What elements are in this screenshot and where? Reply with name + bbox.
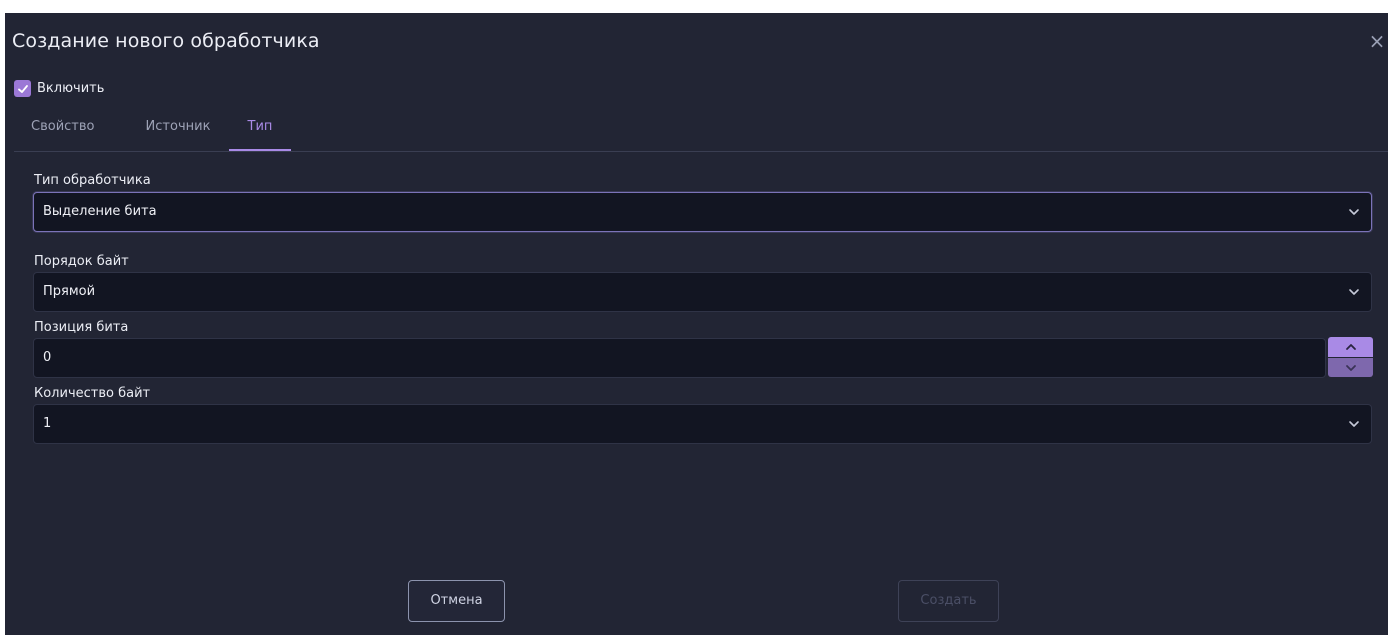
chevron-down-icon (1345, 364, 1356, 371)
byte-order-value: Прямой (43, 284, 96, 299)
tabs-divider (14, 151, 1388, 152)
create-button[interactable]: Создать (898, 580, 999, 622)
chevron-up-icon (1345, 344, 1356, 350)
bit-position-label: Позиция бита (34, 320, 129, 335)
byte-count-label: Количество байт (34, 386, 151, 401)
enable-label: Включить (37, 81, 105, 96)
tab-bar: Свойство Источник Тип (14, 109, 1388, 152)
handler-type-select[interactable]: Выделение бита (33, 192, 1372, 232)
byte-count-select[interactable]: 1 (33, 404, 1372, 444)
chevron-down-icon (1349, 421, 1359, 427)
create-handler-dialog: Создание нового обработчика × Включить С… (5, 13, 1388, 635)
tab-source[interactable]: Источник (140, 109, 216, 152)
bit-position-input[interactable]: 0 (33, 338, 1326, 378)
bit-position-value: 0 (43, 350, 52, 365)
byte-count-value: 1 (43, 416, 52, 431)
cancel-button[interactable]: Отмена (408, 580, 505, 622)
tab-property[interactable]: Свойство (31, 109, 94, 152)
chevron-down-icon (1349, 289, 1359, 295)
enable-checkbox[interactable] (14, 80, 31, 97)
handler-type-label: Тип обработчика (34, 173, 151, 188)
tab-type[interactable]: Тип (229, 109, 291, 152)
close-icon[interactable]: × (1368, 29, 1386, 53)
handler-type-value: Выделение бита (43, 204, 157, 219)
dialog-title: Создание нового обработчика (12, 30, 320, 52)
decrement-button[interactable] (1328, 358, 1373, 377)
byte-order-select[interactable]: Прямой (33, 272, 1372, 312)
chevron-down-icon (1349, 209, 1359, 215)
enable-toggle-row: Включить (14, 80, 104, 97)
checkmark-icon (17, 84, 28, 93)
byte-order-label: Порядок байт (34, 254, 129, 269)
increment-button[interactable] (1328, 337, 1373, 357)
